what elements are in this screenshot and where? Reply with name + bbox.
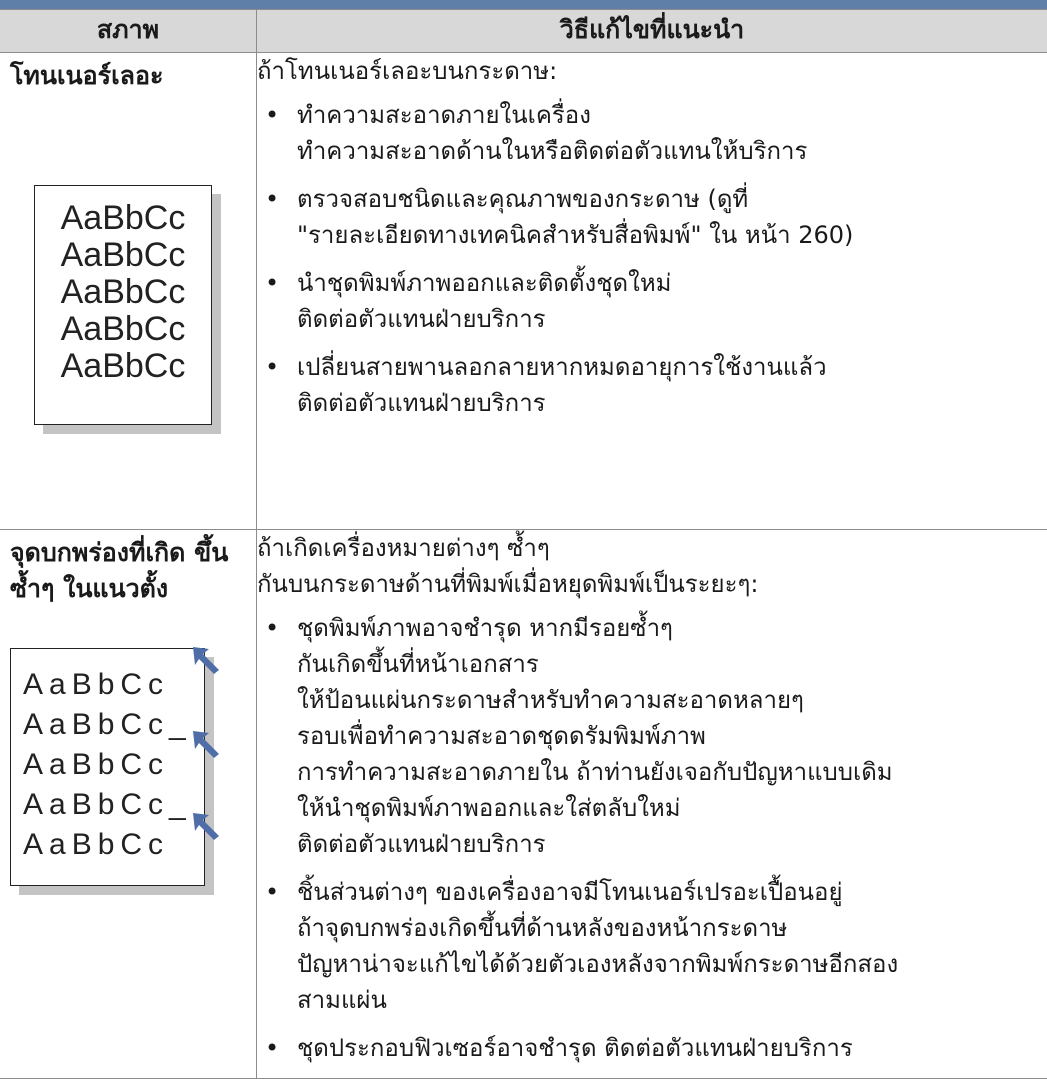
condition-title-line: จุดบกพร่องที่เกิด bbox=[10, 538, 185, 567]
intro-line: กันบนกระดาษด้านที่พิมพ์เมื่อหยุดพิมพ์เป็… bbox=[257, 566, 1047, 602]
solution-item: นำชุดพิมพ์ภาพออกและติดตั้งชุดใหม่ ติดต่อ… bbox=[257, 265, 1047, 337]
solution-line: นำชุดพิมพ์ภาพออกและติดตั้งชุดใหม่ bbox=[297, 265, 1047, 301]
top-accent-bar bbox=[0, 0, 1047, 9]
condition-cell: โทนเนอร์เลอะ AaBbCc AaBbCc AaBbCc AaBbCc… bbox=[0, 53, 257, 530]
solution-line: ชุดพิมพ์ภาพอาจชำรุด หากมีรอยซ้ำๆ bbox=[297, 610, 1047, 646]
solution-item: ชุดประกอบฟิวเซอร์อาจชำรุด ติดต่อตัวแทนฝ่… bbox=[257, 1030, 1047, 1066]
solution-list: ทำความสะอาดภายในเครื่อง ทำความสะอาดด้านใ… bbox=[257, 97, 1047, 421]
header-condition: สภาพ bbox=[0, 10, 257, 53]
arrow-pointer-icon bbox=[189, 809, 223, 843]
solution-line: สามแผ่น bbox=[297, 982, 1047, 1018]
solution-cell: ถ้าโทนเนอร์เลอะบนกระดาษ: ทำความสะอาดภายใ… bbox=[257, 53, 1047, 530]
solution-item: เปลี่ยนสายพานลอกลายหากหมดอายุการใช้งานแล… bbox=[257, 349, 1047, 421]
solution-line: ติดต่อตัวแทนฝ่ายบริการ bbox=[297, 826, 1047, 862]
solution-line: รอบเพื่อทำความสะอาดชุดดรัมพิมพ์ภาพ bbox=[297, 718, 1047, 754]
solution-line: กันเกิดขึ้นที่หน้าเอกสาร bbox=[297, 646, 1047, 682]
sample-text-line: AaBbCc_ bbox=[23, 705, 204, 745]
condition-cell: จุดบกพร่องที่เกิด ขึ้นซ้ำๆ ในแนวตั้ง AaB… bbox=[0, 530, 257, 1079]
intro-line: ถ้าเกิดเครื่องหมายต่างๆ ซ้ำๆ bbox=[257, 530, 1047, 566]
condition-title: โทนเนอร์เลอะ bbox=[0, 53, 256, 94]
solution-item: ชุดพิมพ์ภาพอาจชำรุด หากมีรอยซ้ำๆ กันเกิด… bbox=[257, 610, 1047, 862]
solution-item: ทำความสะอาดภายในเครื่อง ทำความสะอาดด้านใ… bbox=[257, 97, 1047, 169]
solution-cell: ถ้าเกิดเครื่องหมายต่างๆ ซ้ำๆ กันบนกระดาษ… bbox=[257, 530, 1047, 1079]
solution-list: ชุดพิมพ์ภาพอาจชำรุด หากมีรอยซ้ำๆ กันเกิด… bbox=[257, 610, 1047, 1066]
sample-text-line: AaBbCc_ bbox=[23, 785, 204, 825]
solution-line: ติดต่อตัวแทนฝ่ายบริการ bbox=[297, 385, 1047, 421]
solution-line: การทำความสะอาดภายใน ถ้าท่านยังเจอกับปัญห… bbox=[297, 754, 1047, 790]
condition-title: จุดบกพร่องที่เกิด ขึ้นซ้ำๆ ในแนวตั้ง bbox=[0, 530, 256, 607]
solution-line: ทำความสะอาดภายในเครื่อง bbox=[297, 97, 1047, 133]
troubleshooting-table: สภาพ วิธีแก้ไขที่แนะนำ โทนเนอร์เลอะ AaBb… bbox=[0, 9, 1047, 1079]
condition-title-line: โทนเนอร์เลอะ bbox=[10, 61, 163, 90]
solution-line: ตรวจสอบชนิดและคุณภาพของกระดาษ (ดูที่ bbox=[297, 181, 1047, 217]
header-solution: วิธีแก้ไขที่แนะนำ bbox=[257, 10, 1047, 53]
solution-line: "รายละเอียดทางเทคนิคสำหรับสื่อพิมพ์" ใน … bbox=[297, 217, 1047, 253]
solution-intro: ถ้าเกิดเครื่องหมายต่างๆ ซ้ำๆ กันบนกระดาษ… bbox=[257, 530, 1047, 602]
arrow-pointer-icon bbox=[189, 643, 223, 677]
table-header-row: สภาพ วิธีแก้ไขที่แนะนำ bbox=[0, 10, 1047, 53]
solution-line: ให้นำชุดพิมพ์ภาพออกและใส่ตลับใหม่ bbox=[297, 790, 1047, 826]
sample-text-line: AaBbCc bbox=[35, 200, 211, 237]
solution-line: ปัญหาน่าจะแก้ไขได้ด้วยตัวเองหลังจากพิมพ์… bbox=[297, 946, 1047, 982]
sample-text-line: AaBbCc bbox=[23, 665, 204, 705]
sample-text-line: AaBbCc bbox=[35, 237, 211, 274]
solution-line: ติดต่อตัวแทนฝ่ายบริการ bbox=[297, 301, 1047, 337]
solution-line: ให้ป้อนแผ่นกระดาษสำหรับทำความสะอาดหลายๆ bbox=[297, 682, 1047, 718]
sample-text-line: AaBbCc bbox=[35, 348, 211, 385]
toner-smear-sample: AaBbCc AaBbCc AaBbCc AaBbCc AaBbCc bbox=[34, 185, 212, 425]
table-row: โทนเนอร์เลอะ AaBbCc AaBbCc AaBbCc AaBbCc… bbox=[0, 53, 1047, 530]
sample-text-line: AaBbCc bbox=[35, 311, 211, 348]
intro-line: ถ้าโทนเนอร์เลอะบนกระดาษ: bbox=[257, 53, 1047, 89]
solution-line: ถ้าจุดบกพร่องเกิดขึ้นที่ด้านหลังของหน้าก… bbox=[297, 910, 1047, 946]
sample-text-line: AaBbCc bbox=[35, 274, 211, 311]
solution-line: ชิ้นส่วนต่างๆ ของเครื่องอาจมีโทนเนอร์เปร… bbox=[297, 874, 1047, 910]
solution-intro: ถ้าโทนเนอร์เลอะบนกระดาษ: bbox=[257, 53, 1047, 89]
solution-line: เปลี่ยนสายพานลอกลายหากหมดอายุการใช้งานแล… bbox=[297, 349, 1047, 385]
sample-text-line: AaBbCc bbox=[23, 825, 204, 865]
solution-line: ชุดประกอบฟิวเซอร์อาจชำรุด ติดต่อตัวแทนฝ่… bbox=[297, 1030, 1047, 1066]
arrow-pointer-icon bbox=[189, 727, 223, 761]
repeating-defect-sample: AaBbCc AaBbCc_ AaBbCc AaBbCc_ AaBbCc bbox=[10, 648, 205, 886]
table-row: จุดบกพร่องที่เกิด ขึ้นซ้ำๆ ในแนวตั้ง AaB… bbox=[0, 530, 1047, 1079]
solution-line: ทำความสะอาดด้านในหรือติดต่อตัวแทนให้บริก… bbox=[297, 133, 1047, 169]
sample-text-line: AaBbCc bbox=[23, 745, 204, 785]
solution-item: ตรวจสอบชนิดและคุณภาพของกระดาษ (ดูที่ "รา… bbox=[257, 181, 1047, 253]
solution-item: ชิ้นส่วนต่างๆ ของเครื่องอาจมีโทนเนอร์เปร… bbox=[257, 874, 1047, 1018]
